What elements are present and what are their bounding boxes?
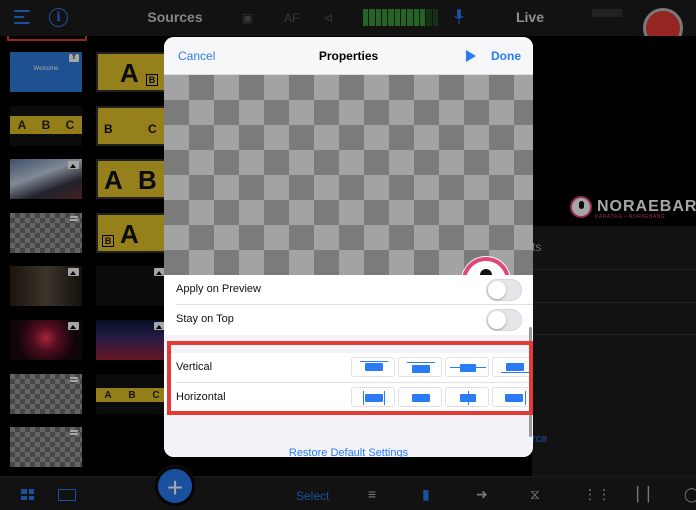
apply-on-preview-toggle[interactable] [486, 279, 522, 301]
play-icon[interactable] [466, 50, 476, 62]
stay-on-top-label: Stay on Top [176, 313, 234, 325]
source-preview[interactable] [164, 75, 533, 305]
done-button[interactable]: Done [491, 49, 521, 63]
modal-header: Cancel Properties Done [164, 37, 533, 75]
highlight-annotation [167, 341, 533, 415]
row-apply-on-preview: Apply on Preview [164, 275, 533, 305]
row-stay-on-top: Stay on Top [164, 305, 533, 335]
stay-on-top-toggle[interactable] [486, 309, 522, 331]
restore-default-settings-button[interactable]: Restore Default Settings [164, 447, 533, 457]
modal-title: Properties [318, 49, 379, 63]
apply-on-preview-label: Apply on Preview [176, 283, 261, 295]
